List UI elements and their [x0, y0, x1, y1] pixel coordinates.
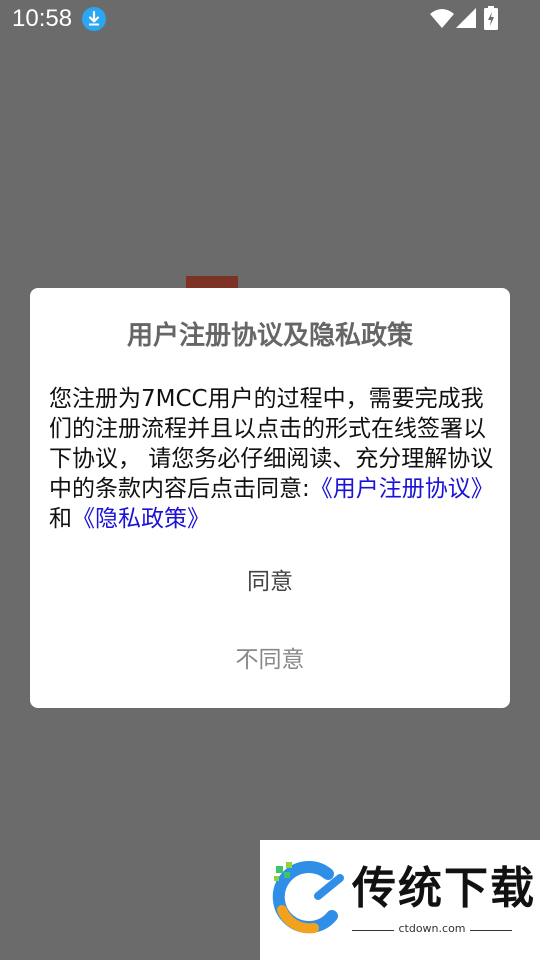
disagree-button[interactable]: 不同意	[170, 638, 370, 682]
wifi-icon	[430, 9, 454, 28]
dialog-body: 您注册为7MCC用户的过程中，需要完成我们的注册流程并且以点击的形式在线签署以下…	[49, 384, 495, 534]
agreement-dialog: 用户注册协议及隐私政策 您注册为7MCC用户的过程中，需要完成我们的注册流程并且…	[30, 288, 510, 708]
watermark-divider-right	[470, 930, 512, 931]
watermark: 传统下载 ctdown.com	[260, 840, 540, 960]
conjunction-text: 和	[49, 506, 72, 532]
battery-icon	[484, 6, 498, 30]
download-icon	[82, 7, 106, 31]
privacy-policy-link[interactable]: 《隐私政策》	[72, 506, 210, 532]
watermark-logo-icon	[272, 861, 344, 934]
agree-button[interactable]: 同意	[170, 560, 370, 604]
dialog-title: 用户注册协议及隐私政策	[126, 321, 413, 351]
watermark-title: 传统下载	[352, 863, 536, 914]
signal-icon	[456, 8, 476, 28]
status-bar: 10:58	[0, 0, 540, 38]
watermark-subtitle: ctdown.com	[398, 922, 466, 935]
status-time: 10:58	[12, 5, 73, 32]
user-agreement-link[interactable]: 《用户注册协议》	[310, 476, 494, 502]
